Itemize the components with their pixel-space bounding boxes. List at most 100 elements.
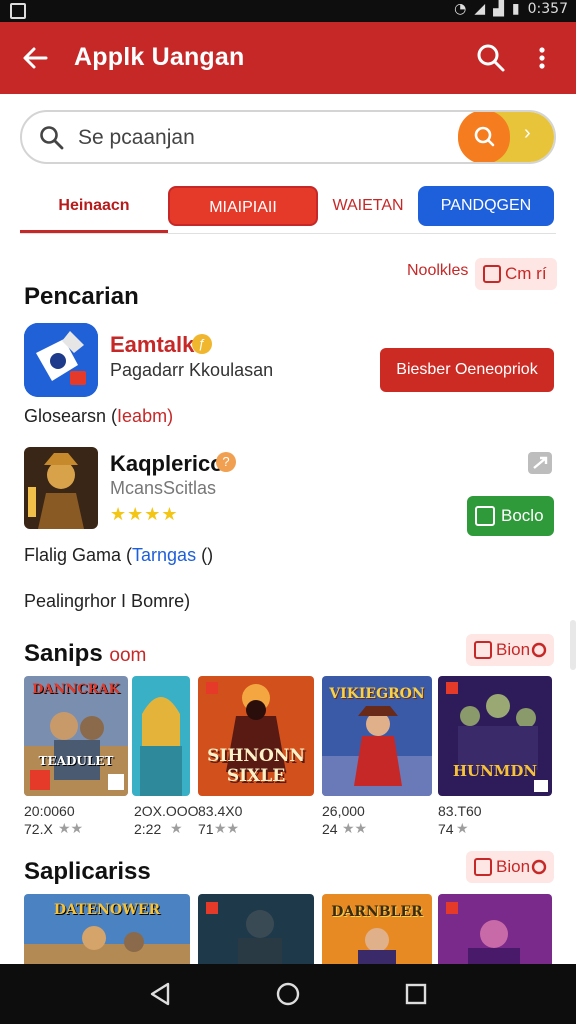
help-badge-icon: ? [216,452,236,472]
game-3-stat-2: 71 [198,821,214,837]
search-icon [38,124,66,152]
rating-stars: ★★★★ [110,504,179,525]
game-4-stars: ★★ [342,820,368,836]
game-4-stat-2: 24 [322,821,338,837]
tab-waietan[interactable]: WAIETAN [324,186,412,226]
active-tab-indicator [20,230,168,233]
app-name-eamtalk[interactable]: Eamtalk [110,332,194,358]
saplicariss-action-pill[interactable]: Bion [466,851,554,883]
game-3-stat-1: 83.4X0 [198,803,243,819]
tab-heinaacn[interactable]: Heinaacn [20,186,168,226]
game-card-4-banner: VIKIEGRON [329,686,425,702]
game-card-row2-1[interactable]: DATENOWER [24,894,190,974]
meta-line-1-right: ) [167,406,174,426]
game-card-row2-3[interactable]: DARNBLER [322,894,432,974]
saplicariss-pill-label: Bion [496,857,531,876]
game-card-1-banner: DANNCRAK [32,682,120,697]
share-icon[interactable] [528,452,552,474]
pencarian-action-pill[interactable]: Cm rí [475,258,557,290]
game-card-row2-1-banner: DATENOWER [53,902,161,918]
search-input[interactable]: Se pcaanjan [78,126,195,150]
game-card-1[interactable]: DANNCRAK TEADULET [24,676,128,796]
pencarian-pill-label: Cm rí [505,264,547,283]
refresh-icon [531,859,547,875]
tab-bar: Heinaacn MIAIPIAII WAIETAN PANDQGEN [20,184,556,234]
system-nav-bar [0,964,576,1024]
game-card-3-title: SIHNONN SIXLE [207,746,305,786]
game-2-stat-2: 2:22 [134,821,162,837]
app1-cta-button[interactable]: Biesber Oeneopriok [380,348,554,392]
game-card-row2-3-banner: DARNBLER [331,904,423,920]
game-card-4[interactable]: VIKIEGRON [322,676,432,796]
nav-recents-icon[interactable] [402,980,430,1008]
sanips-pill-label: Bion [496,640,531,659]
search-bar[interactable]: Se pcaanjan › [20,110,556,164]
app-subtitle-kaqplerico: McansScitlas [110,478,217,498]
meta-line-3: Pealingrhor I Bomre) [24,591,191,611]
game-card-2[interactable] [132,676,190,796]
section-title-pencarian: Pencarian [24,283,139,310]
alarm-icon: ◔ [454,1,467,17]
game-5-stat-2: 74 [438,821,454,837]
app-name-kaqplerico[interactable]: Kaqplerico [110,451,224,477]
bookmark-icon [474,858,492,876]
notification-image-icon [10,3,26,19]
signal-icon: ▟ [493,1,504,17]
meta-line-2-right: () [196,545,214,565]
game-card-row2-4[interactable] [438,894,552,974]
verified-badge-icon: ƒ [192,334,212,354]
app2-cta-label: Boclo [501,506,544,525]
nav-home-icon[interactable] [274,980,302,1008]
scrollbar[interactable] [570,620,576,670]
meta-line-2: Flalig Gama (Tarngas () [24,545,213,566]
wifi-icon: ◢ [474,1,486,17]
meta-line-1: Glosearsn (Ieabm) [24,406,173,427]
status-icons: ◔ ◢ ▟ ▮ 0:357 [454,1,568,17]
game-1-stars: ★★ [58,820,84,836]
game-5-stat-1: 83.T60 [438,803,482,819]
app-bar: Applk Uangan [0,22,576,94]
meta-line-2-left: Flalig Gama ( [24,545,133,565]
app-icon-eamtalk[interactable] [24,323,98,397]
nav-back-icon[interactable] [146,980,174,1008]
game-card-5[interactable]: HUNMDN [438,676,552,796]
game-card-1-title: TEADULET [38,754,114,768]
more-vert-icon[interactable] [530,40,554,76]
game-5-stars: ★ [456,820,469,836]
meta-line-2-link[interactable]: Tarngas [132,545,196,565]
search-go-icon [470,122,498,150]
refresh-icon [531,642,547,658]
game-1-stat-2: 72.X [24,821,53,837]
clock: 0:357 [527,1,568,17]
tab-miaipiaii[interactable]: MIAIPIAII [168,186,318,226]
meta-line-1-link[interactable]: Ieabm [117,406,167,426]
game-1-stat-1: 20:0060 [24,803,75,819]
game-card-row2-2[interactable] [198,894,314,974]
game-4-stat-1: 26,000 [322,803,365,819]
game-2-stat-1: 2OX.OOO [134,803,199,819]
page-title: Applk Uangan [74,43,245,71]
app-subtitle-eamtalk: Pagadarr Kkoulasan [110,360,274,380]
battery-icon: ▮ [511,1,520,17]
sanips-title: Sanips [24,640,103,667]
bookmark-icon [483,265,501,283]
tab-pandqgen[interactable]: PANDQGEN [418,186,554,226]
search-icon[interactable] [474,40,508,76]
bookmark-icon [474,641,492,659]
game-2-stars: ★ [170,820,183,836]
notices-link[interactable]: Noolkles [407,262,468,280]
game-3-stars: ★★ [214,820,240,836]
arrow-left-icon[interactable] [20,40,52,76]
game-card-3[interactable]: SIHNONN SIXLE [198,676,314,796]
status-bar: ◔ ◢ ▟ ▮ 0:357 [0,0,576,22]
section-title-saplicariss: Saplicariss [24,858,151,885]
book-icon [475,506,495,526]
app-icon-kaqplerico[interactable] [24,447,98,529]
search-submit-button[interactable]: › [458,112,554,162]
meta-line-1-left: Glosearsn ( [24,406,118,426]
rating-stars-text: ★★★★ [110,504,179,524]
game-card-5-title: HUNMDN [452,762,538,780]
section-title-sanips: Sanips oom [24,640,146,668]
sanips-action-pill[interactable]: Bion [466,634,554,666]
app2-cta-button[interactable]: Boclo [467,496,554,536]
